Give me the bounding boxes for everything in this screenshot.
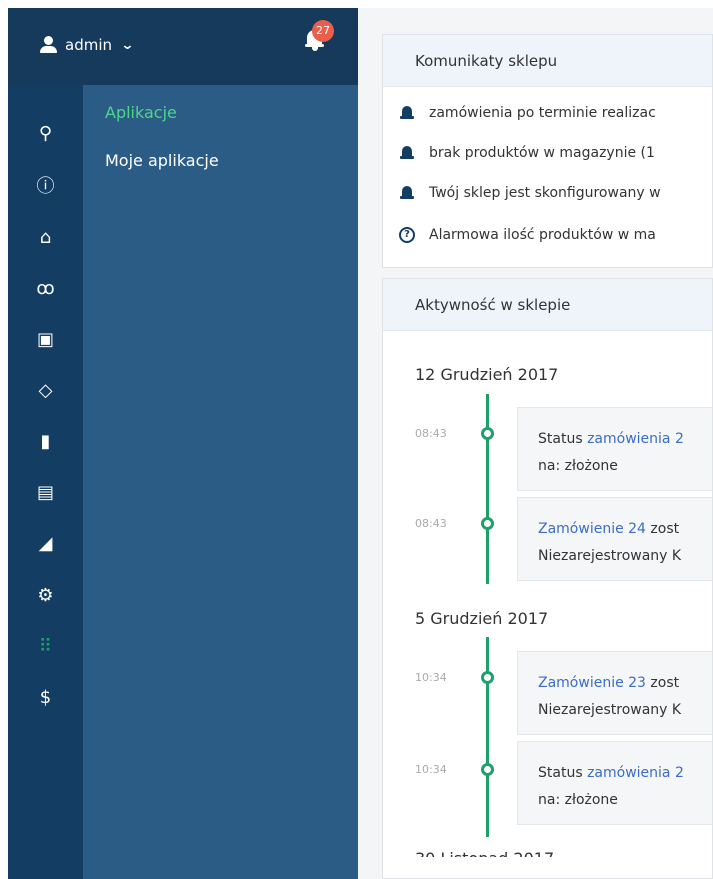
main-content: Komunikaty sklepu zamówienia po terminie…	[358, 8, 713, 879]
sub-navigation: Aplikacje Moje aplikacje	[83, 85, 358, 879]
message-item[interactable]: zamówienia po terminie realizac	[399, 105, 656, 121]
chevron-down-icon: ⌄	[120, 37, 135, 53]
notification-count-badge: 27	[312, 20, 334, 42]
activity-event-card: Zamówienie 24 zost Niezarejestrowany K	[517, 497, 712, 581]
event-time: 08:43	[415, 517, 447, 530]
user-icon	[40, 36, 58, 54]
timeline-dot	[481, 427, 494, 440]
activity-event-card: Zamówienie 23 zost Niezarejestrowany K	[517, 651, 712, 735]
activity-panel: Aktywność w sklepie 12 Grudzień 2017 08:…	[382, 278, 713, 879]
message-item[interactable]: brak produktów w magazynie (1	[399, 145, 655, 161]
activity-date-partial: 30 Listopad 2017	[415, 849, 554, 857]
timeline-dot	[481, 517, 494, 530]
stats-icon[interactable]: ▮	[8, 421, 83, 461]
users-icon[interactable]: ꝏ	[8, 268, 83, 308]
bell-icon	[399, 185, 415, 201]
bell-icon	[399, 105, 415, 121]
info-icon[interactable]: ⓘ	[8, 165, 83, 205]
message-item[interactable]: ? Alarmowa ilość produktów w ma	[399, 227, 656, 243]
basket-icon[interactable]: ⌂	[8, 217, 83, 257]
activity-date: 12 Grudzień 2017	[415, 365, 559, 384]
help-icon: ?	[399, 227, 415, 243]
event-time: 10:34	[415, 671, 447, 684]
document-icon[interactable]: ▤	[8, 472, 83, 512]
subnav-item-moje-aplikacje[interactable]: Moje aplikacje	[105, 151, 219, 170]
event-time: 10:34	[415, 763, 447, 776]
tag-icon[interactable]: ◇	[8, 370, 83, 410]
subnav-title-aplikacje[interactable]: Aplikacje	[105, 103, 177, 122]
messages-panel-title: Komunikaty sklepu	[383, 35, 712, 87]
icon-rail: ⚲ ⓘ ⌂ ꝏ ▣ ◇ ▮ ▤ ◢ ⚙ ⠿ $	[8, 85, 83, 879]
user-menu-button[interactable]: admin ⌄	[40, 36, 135, 54]
timeline-dot	[481, 671, 494, 684]
activity-event-card: Status zamówienia 2 na: złożone	[517, 407, 712, 491]
order-link[interactable]: zamówienia 2	[587, 431, 684, 447]
image-icon[interactable]: ◢	[8, 523, 83, 563]
search-icon[interactable]: ⚲	[8, 113, 83, 153]
event-time: 08:43	[415, 427, 447, 440]
order-link[interactable]: zamówienia 2	[587, 765, 684, 781]
message-item[interactable]: Twój sklep jest skonfigurowany w	[399, 185, 661, 201]
username-label: admin	[65, 36, 112, 54]
order-link[interactable]: Zamówienie 24	[538, 521, 646, 537]
timeline-line	[486, 394, 489, 584]
dollar-icon[interactable]: $	[8, 677, 83, 717]
apps-grid-icon[interactable]: ⠿	[8, 626, 83, 666]
gear-icon[interactable]: ⚙	[8, 575, 83, 615]
box-icon[interactable]: ▣	[8, 319, 83, 359]
timeline-dot	[481, 763, 494, 776]
messages-panel: Komunikaty sklepu zamówienia po terminie…	[382, 34, 713, 268]
timeline-line	[486, 637, 489, 837]
activity-panel-title: Aktywność w sklepie	[383, 279, 712, 331]
order-link[interactable]: Zamówienie 23	[538, 675, 646, 691]
activity-event-card: Status zamówienia 2 na: złożone	[517, 741, 712, 825]
activity-date: 5 Grudzień 2017	[415, 609, 549, 628]
bell-icon	[399, 145, 415, 161]
